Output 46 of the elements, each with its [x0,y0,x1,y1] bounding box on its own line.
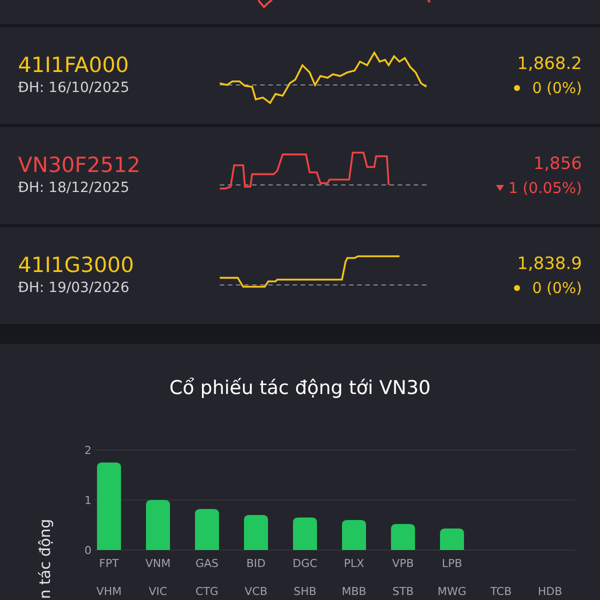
category-label: VCB [244,585,268,598]
bar [293,518,317,550]
category-label: BID [246,557,266,570]
price: 1,838.9 [517,252,582,276]
category-label: VIC [148,585,168,598]
bar [391,524,415,550]
category-label: HDB [538,585,562,598]
chart-title: Cổ phiếu tác động tới VN30 [168,376,432,401]
category-label: GAS [195,557,219,570]
price-change: 0 (0%) [532,278,582,299]
price-change: 0 (0%) [532,78,582,99]
bar [244,515,268,550]
category-label: MWG [438,585,466,598]
category-label: TCB [490,585,512,598]
category-label: VNM [145,557,171,570]
price: 1,856 [533,152,582,176]
category-label: CTG [196,585,218,598]
category-label: MBB [342,585,366,598]
contract-row[interactable]: VN30F2512 ĐH: 18/12/2025 1,856 1 (0.05%) [0,127,600,224]
bar [342,520,366,550]
y-axis-label: n tác động [36,518,54,599]
y-tick-label: 1 [84,494,92,507]
contract-symbol: 41I1G3000 [18,252,135,278]
category-label: PLX [344,557,364,570]
contract-symbol: VN30F2512 [18,152,142,178]
contract-symbol: 41I1FA000 [18,52,130,78]
price: 1,868.2 [517,52,582,76]
category-label: VPB [392,557,414,570]
y-tick-label: 2 [84,444,92,457]
category-label: STB [392,585,414,598]
category-label: VHM [96,585,122,598]
bar [195,509,219,550]
contract-row[interactable]: 41I1G3000 ĐH: 19/03/2026 1,838.9 0 (0%) [0,227,600,324]
expiry-date: ĐH: 16/10/2025 [18,79,130,98]
category-label: LPB [442,557,462,570]
bar [440,528,464,550]
expiry-date: ĐH: 18/12/2025 [18,179,130,198]
down-triangle-icon [496,185,504,192]
price-change: 1 (0.05%) [508,178,582,199]
category-label: DGC [292,557,318,570]
category-label: SHB [294,585,316,598]
bar [146,500,170,550]
expiry-date: ĐH: 19/03/2026 [18,279,130,298]
y-tick-label: 0 [84,544,92,557]
contract-row[interactable]: 41I1FA000 ĐH: 16/10/2025 1,868.2 0 (0%) [0,27,600,124]
category-label: FPT [99,557,119,570]
